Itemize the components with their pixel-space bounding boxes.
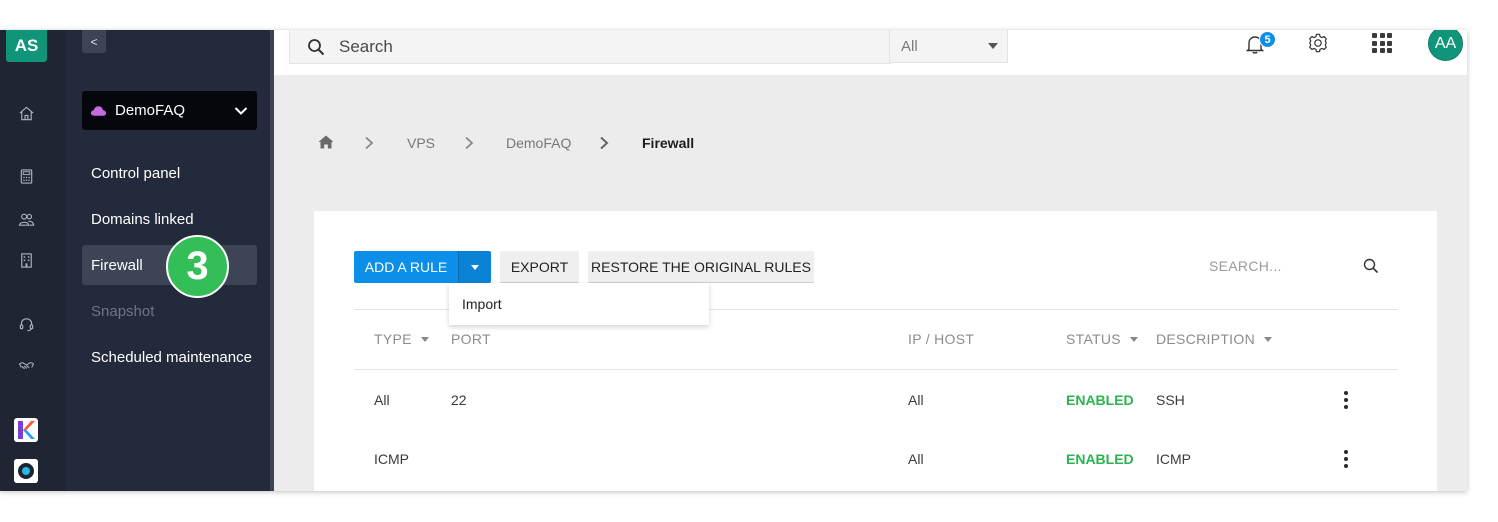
restore-rules-button[interactable]: RESTORE THE ORIGINAL RULES xyxy=(588,251,814,283)
sort-caret-icon xyxy=(1129,336,1138,342)
search-icon xyxy=(307,38,325,56)
sort-caret-icon xyxy=(420,336,429,342)
project-selector[interactable]: DemoFAQ xyxy=(82,91,257,130)
apps-grid-icon[interactable] xyxy=(1372,33,1392,53)
account-logo[interactable]: AS xyxy=(6,30,47,62)
table-search-input[interactable]: SEARCH... xyxy=(1209,258,1282,274)
users-icon[interactable] xyxy=(17,210,35,228)
column-header-port: PORT xyxy=(451,331,491,347)
sort-caret-icon xyxy=(1263,336,1272,342)
nav-control-panel[interactable]: Control panel xyxy=(82,153,257,193)
calculator-icon[interactable] xyxy=(17,167,35,185)
column-header-ip: IP / HOST xyxy=(908,331,974,347)
row-menu-icon[interactable] xyxy=(1344,391,1348,409)
import-menu-item[interactable]: Import xyxy=(449,283,709,325)
column-header-label: IP / HOST xyxy=(908,331,975,347)
cloud-icon xyxy=(90,105,107,117)
breadcrumb-current: Firewall xyxy=(642,135,695,151)
search-icon[interactable] xyxy=(1363,258,1379,274)
column-header-status[interactable]: STATUS xyxy=(1066,331,1138,347)
app-window: AS < DemoFAQ Control panel Domains linke… xyxy=(0,30,1467,491)
gear-icon[interactable] xyxy=(1307,32,1329,54)
column-header-description[interactable]: DESCRIPTION xyxy=(1156,331,1272,347)
home-icon[interactable] xyxy=(17,104,35,122)
row-menu-icon[interactable] xyxy=(1344,450,1348,468)
search-placeholder: Search xyxy=(339,36,393,56)
home-icon xyxy=(318,135,334,152)
nav-snapshot[interactable]: Snapshot xyxy=(82,291,257,331)
nav-scheduled-maintenance[interactable]: Scheduled maintenance xyxy=(82,337,257,377)
nav-domains-linked[interactable]: Domains linked xyxy=(82,199,257,239)
cell-status: ENABLED xyxy=(1066,451,1134,467)
cell-status: ENABLED xyxy=(1066,392,1134,408)
table-header-divider xyxy=(354,369,1398,370)
search-scope-select[interactable]: All xyxy=(889,30,1008,63)
breadcrumb-separator-icon xyxy=(364,134,374,152)
caret-down-icon xyxy=(471,264,479,270)
headset-icon[interactable] xyxy=(17,315,35,333)
panel-scrollbar[interactable] xyxy=(270,30,274,491)
cell-type: All xyxy=(374,392,390,408)
add-rule-dropdown-toggle[interactable] xyxy=(458,251,491,283)
collapse-sidebar-button[interactable]: < xyxy=(82,30,106,53)
k-app-icon[interactable] xyxy=(14,418,38,442)
breadcrumb-demofaq[interactable]: DemoFAQ xyxy=(506,134,571,152)
cell-description: ICMP xyxy=(1156,451,1191,467)
add-rule-button[interactable]: ADD A RULE xyxy=(354,251,458,283)
chevron-down-icon xyxy=(234,103,248,120)
icon-rail: AS xyxy=(0,30,66,491)
cell-type: ICMP xyxy=(374,451,409,467)
scope-value: All xyxy=(901,37,918,55)
notification-count-badge: 5 xyxy=(1259,31,1276,48)
column-header-label: TYPE xyxy=(374,331,412,347)
breadcrumb-vps[interactable]: VPS xyxy=(407,134,435,152)
breadcrumb-home[interactable] xyxy=(318,134,334,152)
global-search-input[interactable]: Search xyxy=(289,30,891,64)
cell-description: SSH xyxy=(1156,392,1185,408)
cell-ip: All xyxy=(908,392,924,408)
cell-port: 22 xyxy=(451,392,467,408)
caret-down-icon xyxy=(988,43,998,49)
export-button[interactable]: EXPORT xyxy=(500,251,579,283)
building-icon[interactable] xyxy=(17,251,35,269)
column-header-label: STATUS xyxy=(1066,331,1121,347)
o-app-icon[interactable] xyxy=(14,459,38,483)
column-header-type[interactable]: TYPE xyxy=(374,331,429,347)
handshake-icon[interactable] xyxy=(17,356,35,374)
breadcrumb-separator-icon xyxy=(464,134,474,152)
step-number-badge: 3 xyxy=(166,235,229,298)
column-header-label: PORT xyxy=(451,331,491,347)
cell-ip: All xyxy=(908,451,924,467)
column-header-label: DESCRIPTION xyxy=(1156,331,1255,347)
breadcrumb-separator-icon xyxy=(599,134,609,152)
project-name: DemoFAQ xyxy=(115,102,186,119)
